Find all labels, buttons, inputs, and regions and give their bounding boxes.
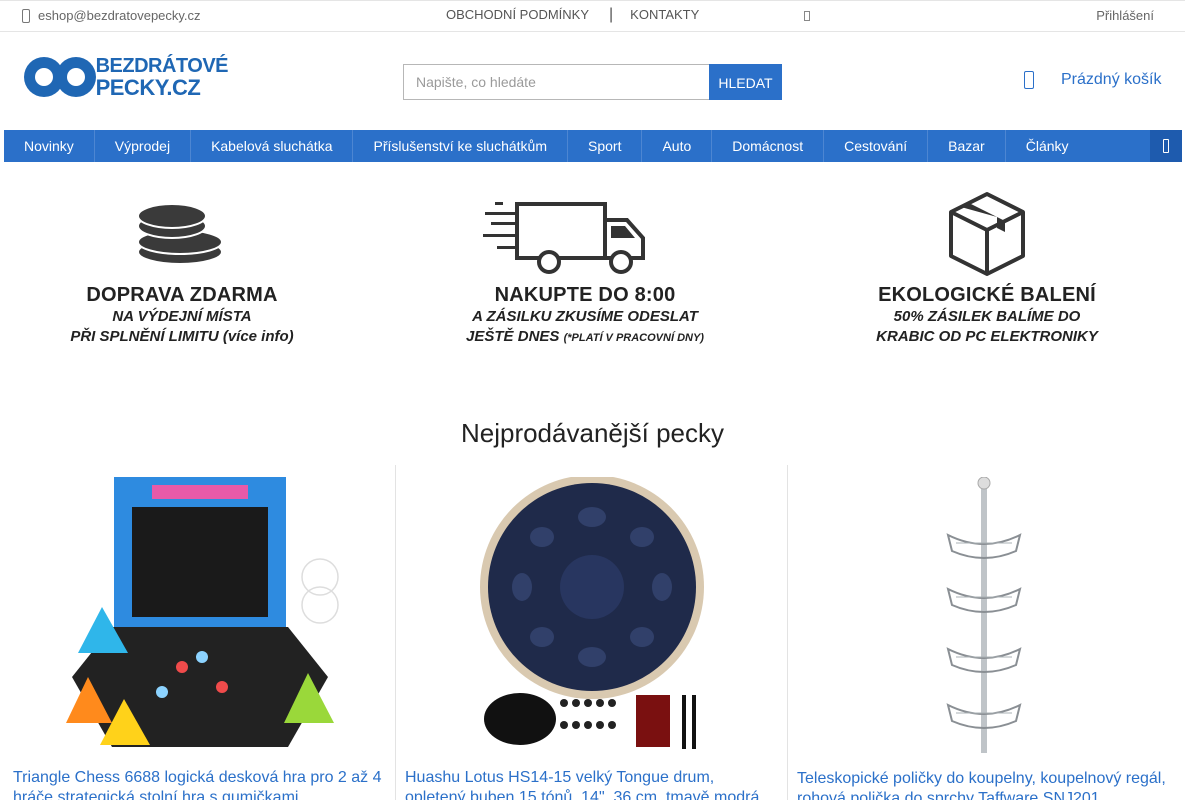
cart-label: Prázdný košík	[1061, 71, 1162, 88]
email-text: eshop@bezdratovepecky.cz	[38, 8, 201, 23]
benefit-line1: 50% ZÁSILEK BALÍME DO	[893, 308, 1081, 325]
coins-icon	[52, 190, 312, 276]
benefit-line2: JEŠTĚ DNES	[466, 328, 560, 345]
product-card[interactable]: Huashu Lotus HS14-15 velký Tongue drum, …	[396, 465, 788, 800]
product-image[interactable]	[52, 477, 348, 753]
benefit-line2: PŘI SPLNĚNÍ LIMITU (více info)	[70, 328, 294, 345]
product-name[interactable]: Huashu Lotus HS14-15 velký Tongue drum, …	[405, 768, 779, 800]
phone-icon	[22, 8, 30, 23]
nav-item-prislusenstvi[interactable]: Příslušenství ke sluchátkům	[353, 130, 568, 162]
logo-text: BEZDRÁTOVÉ PECKY.CZ	[95, 55, 229, 100]
product-name[interactable]: Triangle Chess 6688 logická desková hra …	[13, 768, 387, 800]
nav-item-bazar[interactable]: Bazar	[928, 130, 1006, 162]
product-card[interactable]: Triangle Chess 6688 logická desková hra …	[4, 465, 396, 800]
site-logo[interactable]: BEZDRÁTOVÉ PECKY.CZ	[24, 54, 229, 100]
cart-icon	[1024, 71, 1034, 89]
nav-item-sport[interactable]: Sport	[568, 130, 643, 162]
contacts-link[interactable]: KONTAKTY	[630, 7, 699, 22]
small-menu-icon[interactable]	[804, 11, 810, 21]
section-title: Nejprodávanější pecky	[460, 418, 725, 448]
nav-menu-button[interactable]	[1150, 130, 1182, 162]
benefit-line1: NA VÝDEJNÍ MÍSTA	[112, 308, 252, 325]
benefit-line2: KRABIC OD PC ELEKTRONIKY	[876, 328, 1098, 345]
product-name[interactable]: Teleskopické poličky do koupelny, koupel…	[797, 769, 1172, 800]
nav-item-cestovani[interactable]: Cestování	[824, 130, 929, 162]
login-link[interactable]: Přihlášení	[1096, 8, 1154, 23]
top-links: OBCHODNÍ PODMÍNKY | KONTAKTY	[446, 5, 699, 23]
benefit-line2-wrap: JEŠTĚ DNES (*PLATÍ V PRACOVNÍ DNY)	[455, 327, 715, 348]
nav-item-domacnost[interactable]: Domácnost	[712, 130, 825, 162]
search-input[interactable]	[403, 64, 709, 100]
benefit-order-by-8[interactable]: NAKUPTE DO 8:00 A ZÁSILKU ZKUSÍME ODESLA…	[455, 190, 715, 348]
benefit-line1: A ZÁSILKU ZKUSÍME ODESLAT	[472, 308, 698, 325]
benefit-line2-note: (*PLATÍ V PRACOVNÍ DNY)	[563, 332, 704, 344]
box-icon	[857, 190, 1117, 276]
logo-mark-icon	[24, 55, 96, 99]
nav-item-clanky[interactable]: Články	[1006, 130, 1089, 162]
product-list: Triangle Chess 6688 logická desková hra …	[4, 465, 1182, 800]
logo-line1: BEZDRÁTOVÉ	[95, 55, 229, 77]
phone-icon	[1163, 139, 1169, 153]
nav-item-auto[interactable]: Auto	[642, 130, 713, 162]
nav-item-novinky[interactable]: Novinky	[4, 130, 95, 162]
top-bar: eshop@bezdratovepecky.cz OBCHODNÍ PODMÍN…	[0, 0, 1185, 32]
search-form: HLEDAT	[403, 64, 782, 100]
benefit-eco-packaging[interactable]: EKOLOGICKÉ BALENÍ 50% ZÁSILEK BALÍME DO …	[857, 190, 1117, 347]
main-nav: Novinky Výprodej Kabelová sluchátka Přís…	[4, 130, 1182, 162]
logo-line2: PECKY.CZ	[95, 75, 201, 100]
product-image[interactable]	[444, 475, 740, 753]
nav-item-vyprodej[interactable]: Výprodej	[95, 130, 192, 162]
terms-link[interactable]: OBCHODNÍ PODMÍNKY	[446, 7, 589, 22]
product-image[interactable]	[836, 476, 1132, 753]
nav-item-kabelova-sluchatka[interactable]: Kabelová sluchátka	[191, 130, 354, 162]
benefit-free-shipping[interactable]: DOPRAVA ZDARMA NA VÝDEJNÍ MÍSTA PŘI SPLN…	[52, 190, 312, 347]
benefit-title: DOPRAVA ZDARMA	[86, 284, 278, 306]
benefit-title: EKOLOGICKÉ BALENÍ	[878, 284, 1096, 306]
product-card[interactable]: Teleskopické poličky do koupelny, koupel…	[788, 465, 1180, 800]
benefit-title: NAKUPTE DO 8:00	[494, 284, 676, 306]
email-link[interactable]: eshop@bezdratovepecky.cz	[22, 8, 201, 23]
search-button[interactable]: HLEDAT	[709, 64, 782, 100]
links-separator: |	[609, 5, 614, 23]
cart[interactable]: Prázdný košík	[1024, 71, 1161, 89]
truck-icon	[455, 190, 715, 276]
